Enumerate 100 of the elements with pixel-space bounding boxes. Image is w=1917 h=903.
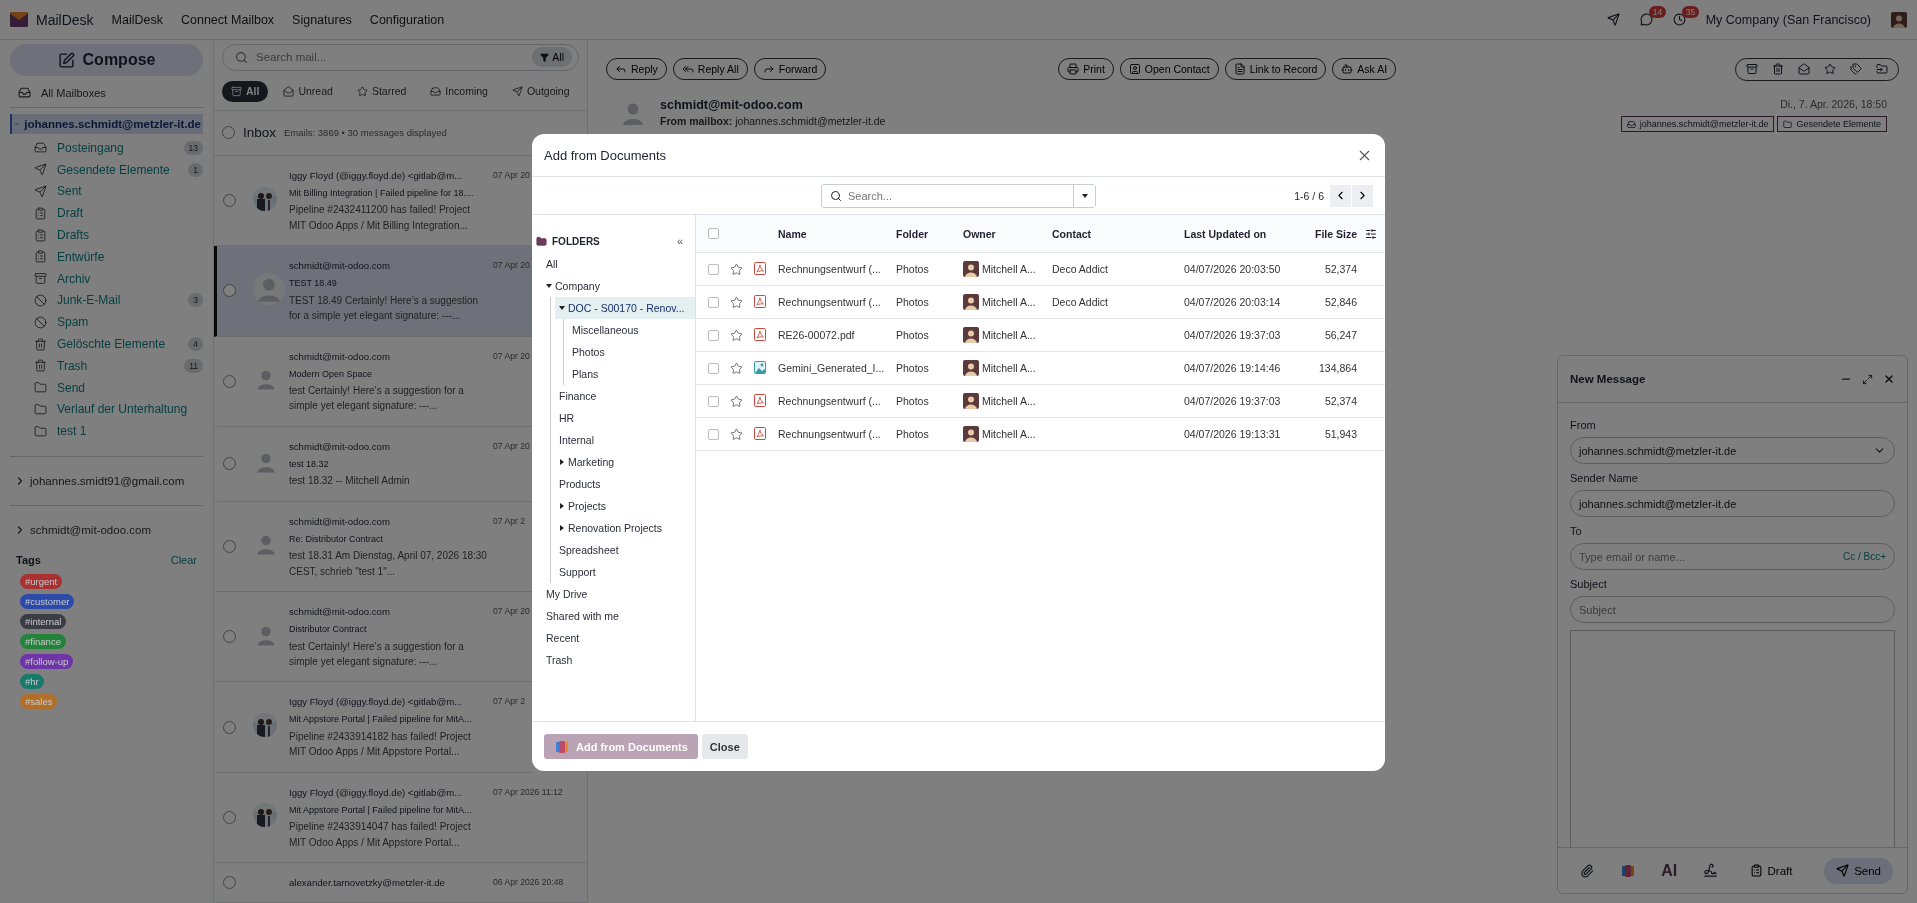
menu-item[interactable]: Signatures xyxy=(292,12,352,27)
folder-tree-item[interactable]: Internal xyxy=(555,429,695,451)
menu-item[interactable]: Configuration xyxy=(369,12,445,27)
folder-item[interactable]: Send xyxy=(10,376,203,399)
folder-item[interactable]: Verlauf der Unterhaltung xyxy=(10,398,203,421)
clock-icon[interactable] xyxy=(1672,13,1686,26)
folder-tree-item[interactable]: Products xyxy=(555,473,695,495)
folder-tree-item[interactable]: Plans xyxy=(568,363,695,385)
folder-move-icon[interactable] xyxy=(1876,63,1888,75)
star-icon[interactable] xyxy=(730,328,743,342)
account-item[interactable]: schmidt@mit-odoo.com xyxy=(10,520,203,541)
action-button[interactable]: Forward xyxy=(753,58,827,80)
row-checkbox[interactable] xyxy=(708,263,719,275)
column-header[interactable]: Last Updated on xyxy=(1184,227,1295,240)
column-header[interactable]: Contact xyxy=(1052,227,1184,240)
clear-link[interactable]: Clear xyxy=(170,554,197,567)
folder-item[interactable]: test 1 xyxy=(10,420,203,443)
select-checkbox[interactable] xyxy=(223,284,236,298)
paperclip-icon[interactable] xyxy=(1580,863,1594,878)
tag[interactable]: #customer xyxy=(20,594,75,610)
filter-tab[interactable]: All xyxy=(222,80,269,102)
column-header[interactable]: File Size xyxy=(1295,227,1357,240)
action-button[interactable]: Ask AI xyxy=(1332,58,1397,80)
menu-item[interactable]: MailDesk xyxy=(111,12,163,27)
select-checkbox[interactable] xyxy=(223,194,236,208)
draft-button[interactable]: Draft xyxy=(1743,863,1799,878)
folder-tree-item[interactable]: HR xyxy=(555,407,695,429)
caret-icon[interactable] xyxy=(1081,192,1088,199)
close-button[interactable]: Close xyxy=(701,734,748,759)
select-all-checkbox[interactable] xyxy=(222,126,235,140)
account-item[interactable]: johannes.schmidt@metzler-it.de xyxy=(10,114,203,134)
caret-icon[interactable] xyxy=(559,305,565,311)
documents-icon[interactable] xyxy=(1619,862,1636,879)
close-icon[interactable] xyxy=(1883,373,1895,385)
filter-tab[interactable]: Starred xyxy=(347,80,416,102)
message-body-field[interactable] xyxy=(1570,630,1895,847)
search-field[interactable]: Search... xyxy=(821,183,1096,208)
folder-item[interactable]: Sent xyxy=(10,180,203,203)
select-checkbox[interactable] xyxy=(223,720,236,734)
column-header[interactable]: Owner xyxy=(963,227,1052,240)
select-checkbox[interactable] xyxy=(223,539,236,553)
caret-icon[interactable] xyxy=(559,459,565,465)
filter-tab[interactable]: Unread xyxy=(274,80,342,102)
folder-item[interactable]: Junk-E-Mail 3 xyxy=(10,289,203,312)
filter-tab[interactable]: Outgoing xyxy=(502,80,579,102)
folder-tree-item[interactable]: Recent xyxy=(542,627,695,649)
signature-icon[interactable] xyxy=(1702,863,1718,878)
caret-icon[interactable] xyxy=(559,503,565,509)
tag[interactable]: #urgent xyxy=(20,574,63,590)
send-button[interactable]: Send xyxy=(1824,857,1893,884)
folder-tree-item[interactable]: Marketing xyxy=(555,451,695,473)
folder-tree-item[interactable]: Projects xyxy=(555,495,695,517)
folder-item[interactable]: Posteingang 13 xyxy=(10,137,203,159)
tag[interactable]: #hr xyxy=(20,674,44,690)
action-button[interactable]: Reply All xyxy=(672,58,748,80)
action-button[interactable]: Open Contact xyxy=(1119,58,1219,80)
compose-button[interactable]: Compose xyxy=(10,44,203,76)
company-name[interactable]: My Company (San Francisco) xyxy=(1705,12,1871,27)
message-row[interactable]: schmidt@mit-odoo.com TEST 18.49 TEST 18.49 Certainly! Here’s a suggestion for a simple yet elegant signature: ---... 07 Apr 20 xyxy=(214,246,532,337)
folder-item[interactable]: Entwürfe xyxy=(10,246,203,268)
column-settings-icon[interactable] xyxy=(1365,227,1377,240)
folder-tree-item[interactable]: Finance xyxy=(555,385,695,407)
star-icon[interactable] xyxy=(1824,63,1836,75)
star-icon[interactable] xyxy=(730,427,743,441)
row-checkbox[interactable] xyxy=(708,428,719,440)
tag-icon[interactable] xyxy=(1850,63,1862,75)
row-checkbox[interactable] xyxy=(708,329,719,341)
folder-tree-item[interactable]: All xyxy=(542,253,695,275)
cc-bcc-link[interactable]: Cc / Bcc+ xyxy=(1842,551,1886,562)
next-page-button[interactable] xyxy=(1352,184,1373,207)
folder-tree-item[interactable]: DOC - S00170 - Renov... xyxy=(555,297,695,319)
documents-icon[interactable] xyxy=(554,738,570,755)
star-icon[interactable] xyxy=(730,394,743,408)
folder-item[interactable]: Drafts xyxy=(10,224,203,246)
collapse-button[interactable]: « xyxy=(676,235,683,247)
folder-item[interactable]: Archiv xyxy=(10,267,203,290)
folder-tree-item[interactable]: Support xyxy=(555,561,695,583)
folder-tree-item[interactable]: Miscellaneous xyxy=(568,319,695,341)
action-button[interactable]: Link to Record xyxy=(1224,58,1327,80)
folder-item[interactable]: Trash 11 xyxy=(10,354,203,377)
folder-item[interactable]: Spam xyxy=(10,311,203,334)
row-checkbox[interactable] xyxy=(708,296,719,308)
folder-item[interactable]: Draft xyxy=(10,202,203,225)
trash-icon[interactable] xyxy=(1772,63,1784,75)
menu-item[interactable]: Connect Mailbox xyxy=(181,12,275,27)
envelope-icon[interactable] xyxy=(1798,63,1810,75)
chat-icon[interactable] xyxy=(1639,13,1653,26)
row-checkbox[interactable] xyxy=(708,362,719,374)
row-checkbox[interactable] xyxy=(708,395,719,407)
tag[interactable]: #finance xyxy=(20,634,66,650)
search-options-button[interactable] xyxy=(1073,184,1095,207)
caret-icon[interactable] xyxy=(559,525,565,531)
select-checkbox[interactable] xyxy=(223,630,236,644)
send-icon[interactable] xyxy=(1606,13,1620,26)
folder-item[interactable]: Gesendete Elemente 1 xyxy=(10,158,203,181)
star-icon[interactable] xyxy=(730,295,743,309)
folder-tree-item[interactable]: My Drive xyxy=(542,583,695,605)
select-all-checkbox[interactable] xyxy=(708,228,719,239)
column-header[interactable]: Name xyxy=(778,227,896,240)
folder-tree-item[interactable]: Trash xyxy=(542,649,695,671)
